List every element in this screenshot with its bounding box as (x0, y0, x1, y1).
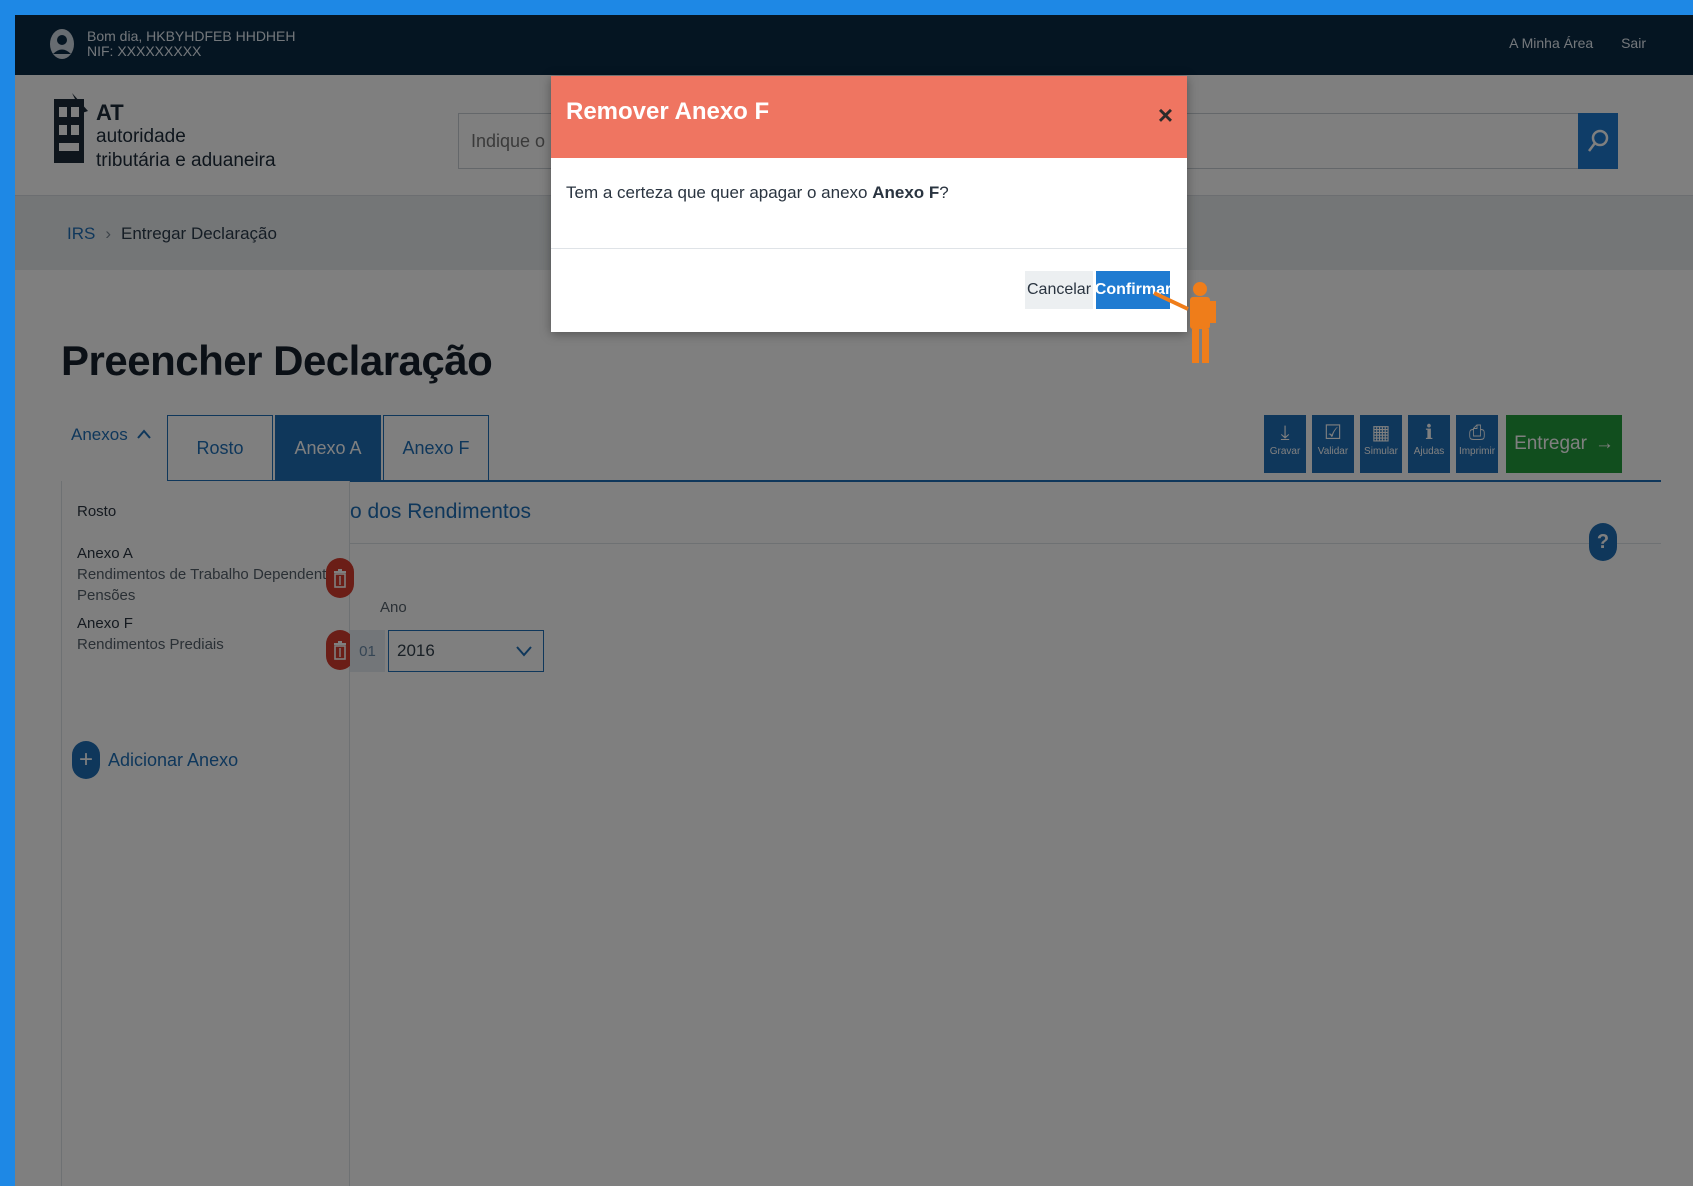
dialog-title: Remover Anexo F (566, 98, 770, 125)
cancel-button[interactable]: Cancelar (1025, 271, 1093, 309)
app-frame: Bom dia, HKBYHDFEB HHDHEH NIF: XXXXXXXXX… (15, 15, 1693, 1186)
dialog-message-prefix: Tem a certeza que quer apagar o anexo (566, 183, 873, 202)
dialog-message-suffix: ? (939, 183, 949, 202)
dialog-message: Tem a certeza que quer apagar o anexo An… (566, 183, 949, 203)
close-icon[interactable]: × (1158, 100, 1173, 131)
dialog-divider (551, 248, 1187, 249)
pointing-person-icon (1153, 282, 1216, 363)
remove-annex-dialog: Remover Anexo F × Tem a certeza que quer… (551, 76, 1187, 332)
dialog-message-annex: Anexo F (872, 183, 940, 202)
dialog-header: Remover Anexo F × (551, 76, 1187, 158)
